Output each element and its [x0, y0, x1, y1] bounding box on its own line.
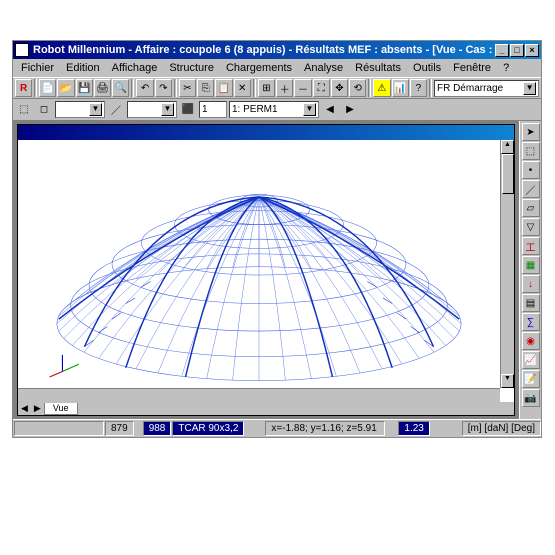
undo-icon[interactable]: ↶ — [136, 79, 153, 97]
pointer-icon[interactable]: ➤ — [522, 123, 540, 141]
node-icon[interactable]: • — [522, 161, 540, 179]
layout-combo-value: FR Démarrage — [437, 83, 503, 94]
mesh-icon[interactable]: ▤ — [522, 294, 540, 312]
scroll-up-icon[interactable]: ▲ — [501, 140, 514, 154]
zoom-out-icon[interactable]: － — [294, 79, 311, 97]
app-window: Robot Millennium - Affaire : coupole 6 (… — [12, 40, 542, 438]
help-icon[interactable]: ? — [410, 79, 427, 97]
paste-icon[interactable]: 📋 — [215, 79, 232, 97]
load-icon[interactable]: ↓ — [522, 275, 540, 293]
zoom-in-icon[interactable]: ＋ — [276, 79, 293, 97]
bars-icon[interactable]: ／ — [107, 101, 125, 119]
case-prev-icon[interactable]: ◀ — [321, 101, 339, 119]
rotate-icon[interactable]: ⟲ — [349, 79, 366, 97]
menu-fenetre[interactable]: Fenêtre — [447, 60, 497, 76]
selection-toolbar: ⬚ ◻ ▼ ／ ▼ ⬛ 1 1: PERM1 ▼ ◀ ▶ — [13, 99, 541, 121]
vertical-scrollbar[interactable]: ▲ ▼ — [500, 140, 514, 388]
note-icon[interactable]: 📝 — [522, 370, 540, 388]
diagram-icon[interactable]: 📈 — [522, 351, 540, 369]
workspace: ▲ ▼ ◀▶ Vue — [13, 121, 519, 419]
menu-help[interactable]: ? — [497, 60, 515, 76]
case-combo[interactable]: 1: PERM1 ▼ — [229, 101, 319, 118]
layout-combo[interactable]: FR Démarrage ▼ — [434, 80, 539, 97]
horizontal-scrollbar[interactable] — [18, 388, 500, 402]
print-icon[interactable]: 🖨 — [94, 79, 111, 97]
material-icon[interactable]: ▦ — [522, 256, 540, 274]
status-val1: 988 — [143, 421, 172, 436]
close-button[interactable]: × — [525, 44, 539, 57]
app-icon — [15, 43, 29, 57]
minimize-button[interactable]: _ — [495, 44, 509, 57]
section-icon[interactable]: 工 — [522, 237, 540, 255]
zoom-fit-icon[interactable]: ⛶ — [313, 79, 330, 97]
select-none-icon[interactable]: ◻ — [35, 101, 53, 119]
redo-icon[interactable]: ↷ — [155, 79, 172, 97]
status-val2: 1.23 — [398, 421, 429, 436]
new-icon[interactable]: 📄 — [39, 79, 56, 97]
maximize-button[interactable]: □ — [510, 44, 524, 57]
menu-edition[interactable]: Edition — [60, 60, 106, 76]
status-message — [14, 421, 104, 436]
results-icon[interactable]: ◉ — [522, 332, 540, 350]
copy-icon[interactable]: ⎘ — [197, 79, 214, 97]
node-select-combo[interactable]: ▼ — [55, 101, 105, 118]
case-combo-value: 1: PERM1 — [232, 104, 278, 115]
panel-icon[interactable]: ▱ — [522, 199, 540, 217]
select-all-icon[interactable]: ⬚ — [15, 101, 33, 119]
right-toolbar: ➤ ⬚ • ／ ▱ ▽ 工 ▦ ↓ ▤ ∑ ◉ 📈 📝 📷 — [519, 121, 541, 419]
case-number-field[interactable]: 1 — [199, 101, 227, 118]
main-toolbar: R 📄 📂 💾 🖨 🔍 ↶ ↷ ✂ ⎘ 📋 ✕ ⊞ ＋ － ⛶ ✥ ⟲ ⚠ 📊 … — [13, 77, 541, 99]
cut-icon[interactable]: ✂ — [179, 79, 196, 97]
select-icon[interactable]: ⬚ — [522, 142, 540, 160]
view-tabs: ◀▶ Vue — [18, 402, 514, 415]
view-window-title — [18, 125, 514, 140]
scroll-thumb[interactable] — [502, 154, 514, 194]
pan-icon[interactable]: ✥ — [331, 79, 348, 97]
status-section: TCAR 90x3,2 — [172, 421, 244, 436]
chevron-down-icon: ▼ — [303, 103, 316, 116]
calc-run-icon[interactable]: ∑ — [522, 313, 540, 331]
statusbar: 879 988 TCAR 90x3,2 x=-1.88; y=1.16; z=5… — [13, 419, 541, 437]
bar-select-combo[interactable]: ▼ — [127, 101, 177, 118]
menu-resultats[interactable]: Résultats — [349, 60, 407, 76]
zoom-window-icon[interactable]: ⊞ — [258, 79, 275, 97]
menu-chargements[interactable]: Chargements — [220, 60, 298, 76]
scroll-down-icon[interactable]: ▼ — [501, 374, 514, 388]
menu-outils[interactable]: Outils — [407, 60, 447, 76]
logo-icon[interactable]: R — [15, 79, 32, 97]
delete-icon[interactable]: ✕ — [234, 79, 251, 97]
case-icon[interactable]: ⬛ — [179, 101, 197, 119]
support-icon[interactable]: ▽ — [522, 218, 540, 236]
status-units: [m] [daN] [Deg] — [462, 421, 541, 436]
status-count: 879 — [105, 421, 134, 436]
view-window: ▲ ▼ ◀▶ Vue — [17, 124, 515, 416]
menu-affichage[interactable]: Affichage — [106, 60, 164, 76]
menu-structure[interactable]: Structure — [163, 60, 220, 76]
viewport-3d[interactable] — [18, 140, 500, 388]
case-next-icon[interactable]: ▶ — [341, 101, 359, 119]
menubar: Fichier Edition Affichage Structure Char… — [13, 59, 541, 77]
calc-icon[interactable]: 📊 — [392, 79, 409, 97]
chevron-down-icon: ▼ — [523, 82, 536, 95]
titlebar: Robot Millennium - Affaire : coupole 6 (… — [13, 41, 541, 59]
case-number-value: 1 — [202, 104, 208, 115]
bar-icon[interactable]: ／ — [522, 180, 540, 198]
window-title: Robot Millennium - Affaire : coupole 6 (… — [33, 44, 495, 56]
save-icon[interactable]: 💾 — [76, 79, 93, 97]
menu-analyse[interactable]: Analyse — [298, 60, 349, 76]
menu-fichier[interactable]: Fichier — [15, 60, 60, 76]
warning-icon[interactable]: ⚠ — [373, 79, 390, 97]
open-icon[interactable]: 📂 — [57, 79, 74, 97]
tab-vue[interactable]: Vue — [44, 403, 78, 415]
status-coords: x=-1.88; y=1.16; z=5.91 — [265, 421, 385, 436]
screenshot-icon[interactable]: 📷 — [522, 389, 540, 407]
dome-structure — [18, 140, 500, 388]
preview-icon[interactable]: 🔍 — [112, 79, 129, 97]
